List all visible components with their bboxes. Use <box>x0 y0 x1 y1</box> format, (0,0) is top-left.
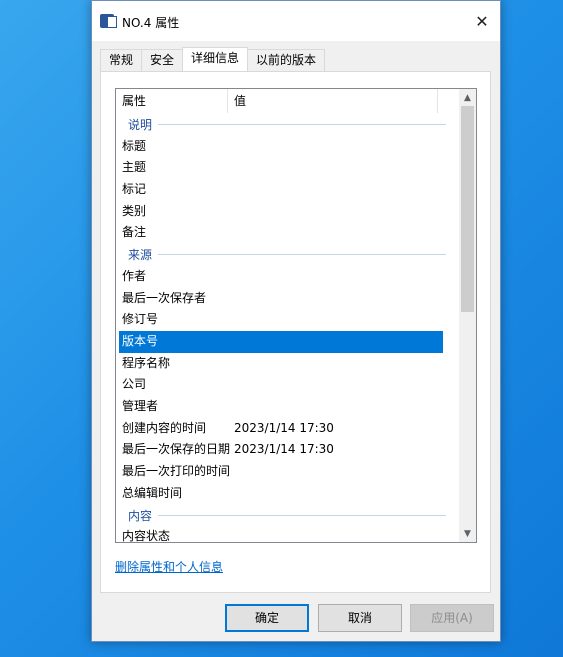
property-name: 作者 <box>122 268 147 283</box>
group-divider <box>158 124 446 126</box>
scroll-down-arrow-icon[interactable]: ▼ <box>459 525 476 542</box>
list-header: 属性 值 <box>116 89 460 113</box>
property-value[interactable] <box>234 157 444 179</box>
property-value[interactable] <box>234 309 444 331</box>
property-name: 管理者 <box>122 398 159 413</box>
row-edit-time[interactable]: 总编辑时间 <box>116 483 460 505</box>
row-last-printed[interactable]: 最后一次打印的时间 <box>116 461 460 483</box>
property-value: 2023/1/14 17:30 <box>234 420 334 435</box>
remove-properties-link[interactable]: 删除属性和个人信息 <box>115 558 223 575</box>
group-label: 内容 <box>128 508 153 523</box>
title-bar[interactable]: NO.4 属性 ✕ <box>92 1 500 41</box>
tab-general[interactable]: 常规 <box>100 49 143 71</box>
row-revision[interactable]: 修订号 <box>116 309 460 331</box>
tab-details[interactable]: 详细信息 <box>182 47 249 71</box>
group-label: 来源 <box>128 248 153 263</box>
group-divider <box>158 514 446 516</box>
property-name: 公司 <box>122 377 147 392</box>
apply-button[interactable]: 应用(A) <box>410 604 494 632</box>
property-name: 备注 <box>122 225 147 240</box>
property-value[interactable] <box>234 136 444 158</box>
row-version-selected[interactable]: 版本号 <box>119 330 443 353</box>
window-title: NO.4 属性 <box>122 16 180 30</box>
column-header-property[interactable]: 属性 <box>116 89 228 113</box>
group-label: 说明 <box>128 118 153 133</box>
property-name: 创建内容的时间 <box>122 420 207 435</box>
property-name: 主题 <box>122 160 147 175</box>
row-tags[interactable]: 标记 <box>116 179 460 201</box>
row-last-saved-by[interactable]: 最后一次保存者 <box>116 288 460 310</box>
property-value[interactable] <box>234 288 444 310</box>
property-name: 最后一次打印的时间 <box>122 464 231 478</box>
group-divider <box>158 254 446 256</box>
details-panel: 属性 值 说明 标题 主题 标记 类别 备注 来源 作者 最后一次保存者 修订号… <box>100 71 491 593</box>
row-subject[interactable]: 主题 <box>116 157 460 179</box>
property-name: 类别 <box>122 203 147 218</box>
row-title[interactable]: 标题 <box>116 136 460 158</box>
row-created[interactable]: 创建内容的时间 2023/1/14 17:30 <box>116 418 460 440</box>
row-category[interactable]: 类别 <box>116 201 460 223</box>
property-name: 最后一次保存者 <box>122 290 207 305</box>
vertical-scrollbar[interactable]: ▲ ▼ <box>459 89 476 542</box>
property-name: 程序名称 <box>122 355 171 370</box>
property-value <box>234 483 444 505</box>
property-name: 内容状态 <box>122 529 171 543</box>
property-value[interactable] <box>234 353 444 375</box>
group-description[interactable]: 说明 <box>116 114 460 136</box>
row-comments[interactable]: 备注 <box>116 222 460 244</box>
row-company[interactable]: 公司 <box>116 374 460 396</box>
column-header-value[interactable]: 值 <box>228 89 438 113</box>
cancel-button[interactable]: 取消 <box>318 604 402 632</box>
property-value[interactable] <box>234 179 444 201</box>
property-name: 标记 <box>122 182 147 197</box>
property-value[interactable] <box>234 374 444 396</box>
tab-strip: 常规 安全 详细信息 以前的版本 <box>100 47 326 71</box>
property-value: 2023/1/14 17:30 <box>234 442 334 457</box>
row-content-status[interactable]: 内容状态 <box>116 526 460 543</box>
property-value <box>234 461 444 483</box>
row-author[interactable]: 作者 <box>116 266 460 288</box>
ok-button[interactable]: 确定 <box>225 604 309 632</box>
property-name: 标题 <box>122 138 147 153</box>
property-value[interactable] <box>234 266 444 288</box>
tab-previous-versions[interactable]: 以前的版本 <box>247 49 326 71</box>
tab-security[interactable]: 安全 <box>141 49 184 71</box>
close-button[interactable]: ✕ <box>464 1 500 41</box>
property-value[interactable] <box>234 396 444 418</box>
scroll-thumb[interactable] <box>461 106 474 312</box>
group-origin[interactable]: 来源 <box>116 244 460 266</box>
properties-list[interactable]: 属性 值 说明 标题 主题 标记 类别 备注 来源 作者 最后一次保存者 修订号… <box>115 88 477 543</box>
row-last-saved[interactable]: 最后一次保存的日期 2023/1/14 17:30 <box>116 439 460 461</box>
property-value[interactable] <box>234 331 443 353</box>
row-manager[interactable]: 管理者 <box>116 396 460 418</box>
row-program[interactable]: 程序名称 <box>116 353 460 375</box>
property-value[interactable] <box>234 222 444 244</box>
properties-dialog: NO.4 属性 ✕ 常规 安全 详细信息 以前的版本 属性 值 说明 标题 主题… <box>91 0 501 642</box>
property-value[interactable] <box>234 201 444 223</box>
property-value[interactable] <box>234 526 444 542</box>
property-name: 版本号 <box>122 333 159 348</box>
word-document-icon <box>100 14 117 28</box>
group-content[interactable]: 内容 <box>116 504 460 526</box>
property-name: 修订号 <box>122 312 159 327</box>
property-name: 总编辑时间 <box>122 485 183 500</box>
scroll-up-arrow-icon[interactable]: ▲ <box>459 89 476 106</box>
property-name: 最后一次保存的日期 <box>122 442 231 457</box>
list-rows: 说明 标题 主题 标记 类别 备注 来源 作者 最后一次保存者 修订号 版本号 … <box>116 114 460 543</box>
